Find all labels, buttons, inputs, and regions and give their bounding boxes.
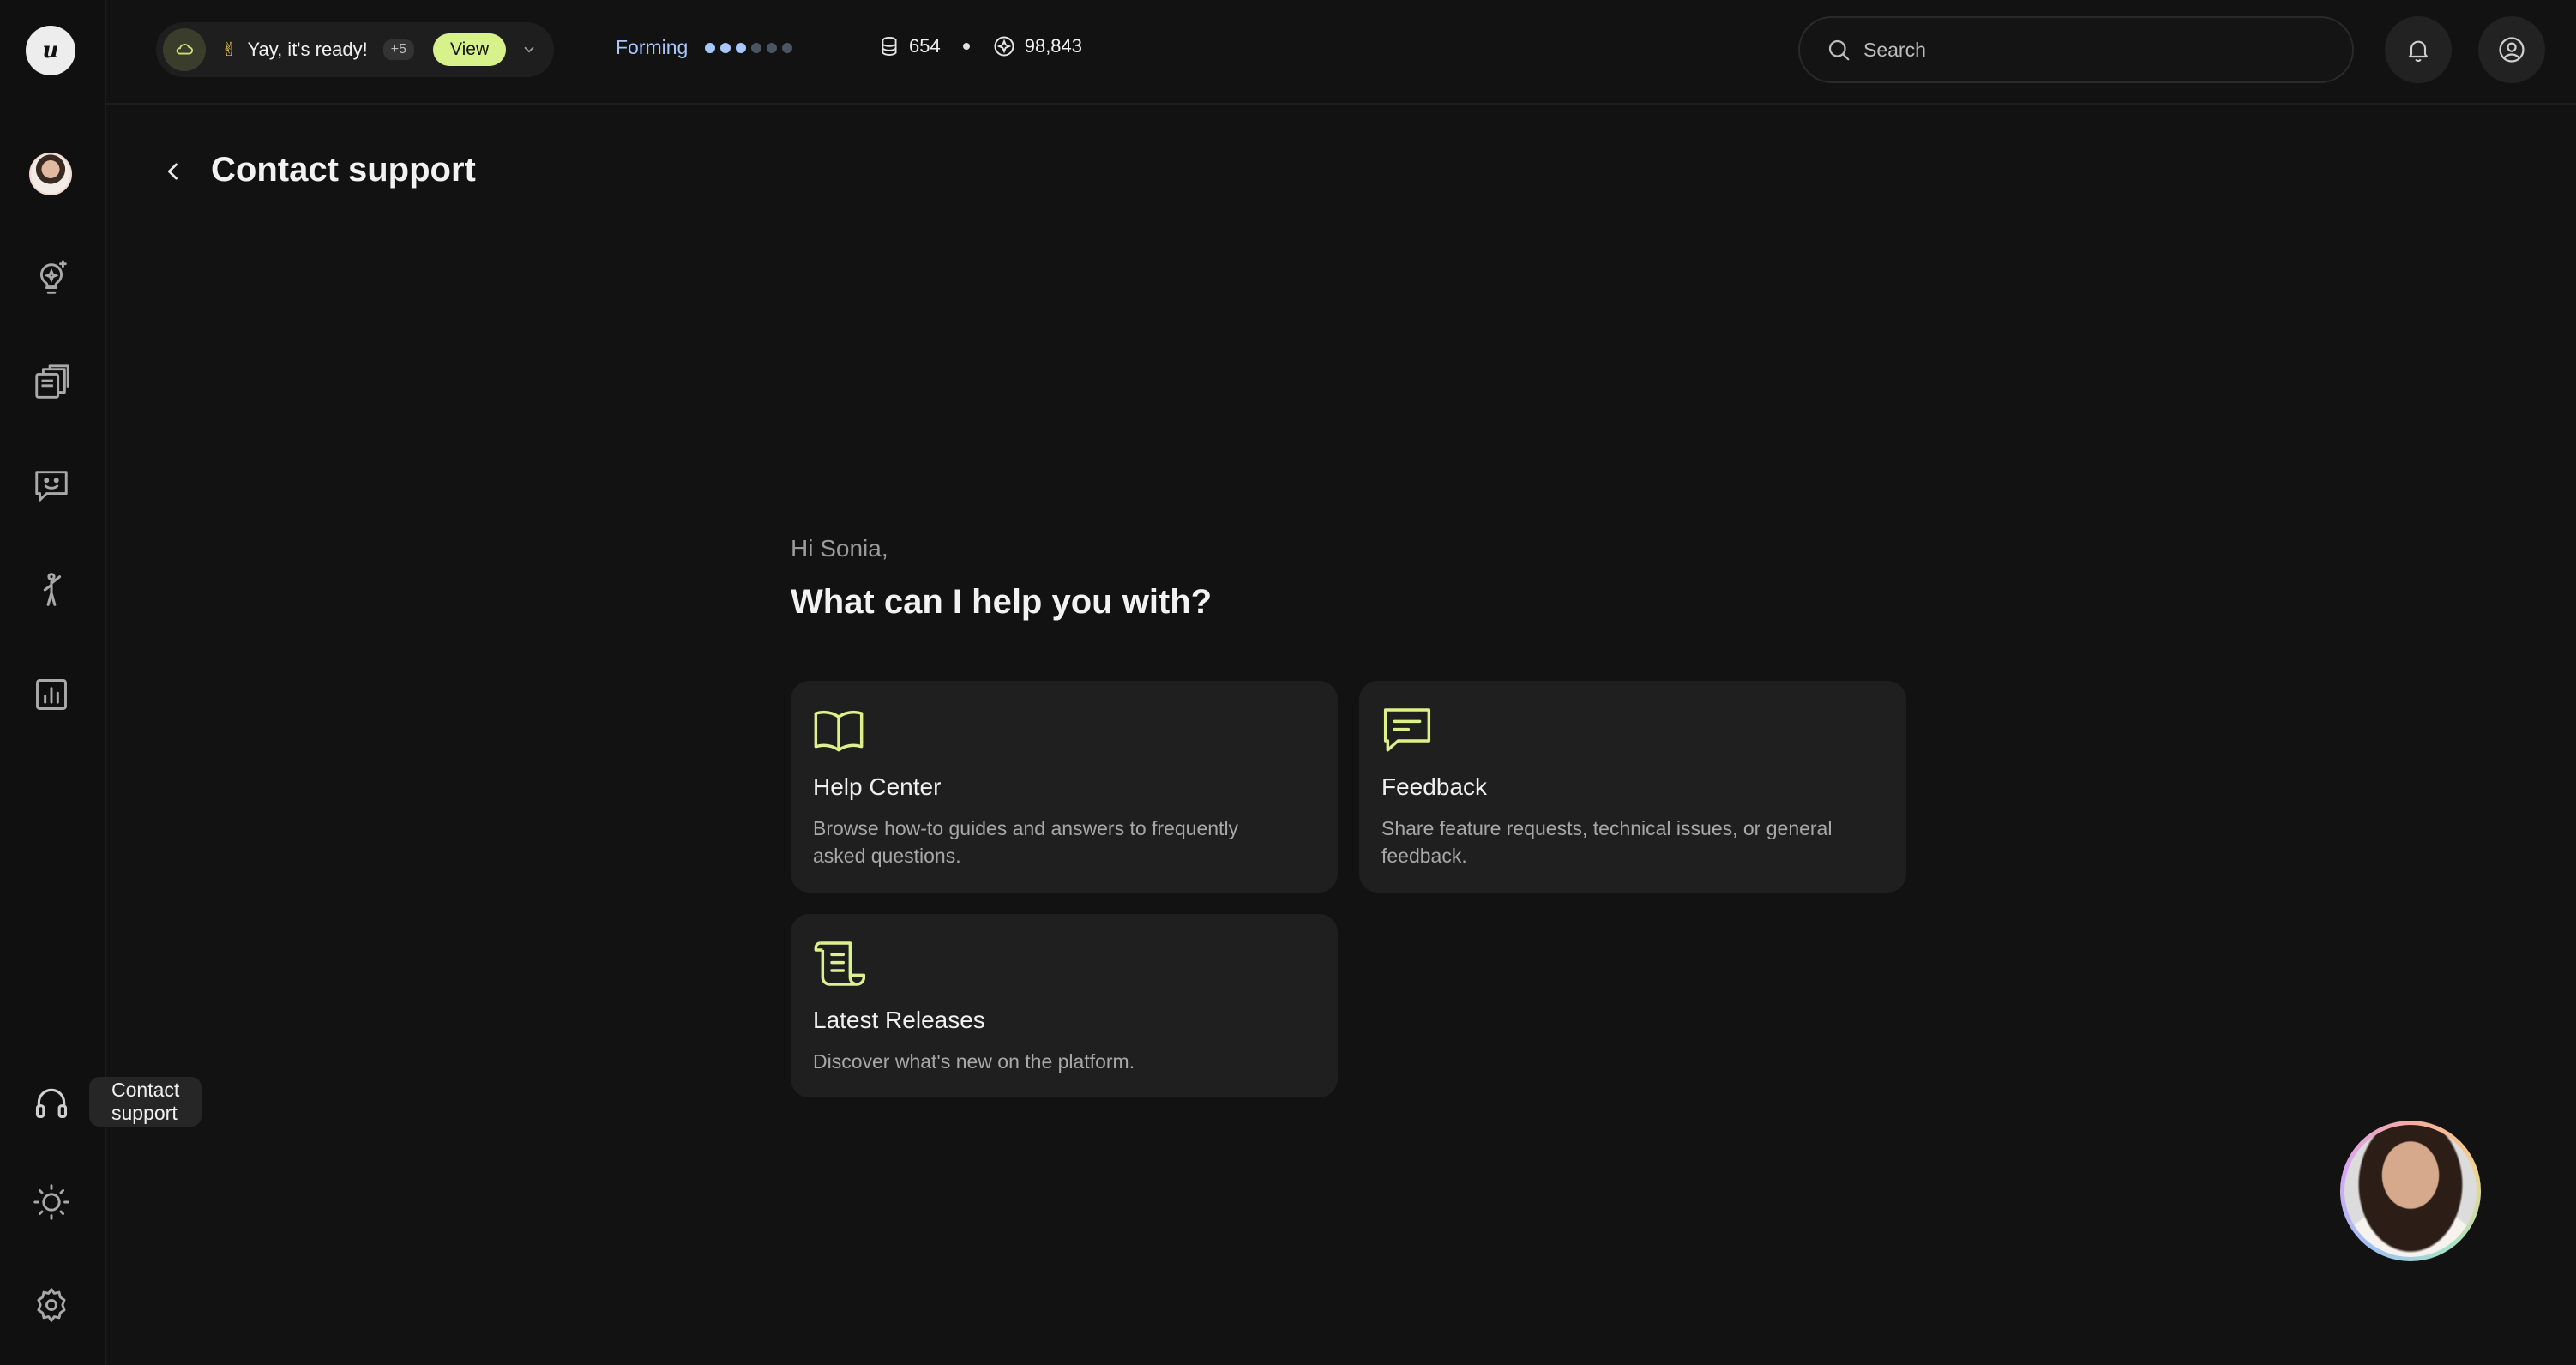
sidebar: u Contact support bbox=[0, 0, 202, 1365]
person-icon[interactable] bbox=[29, 568, 74, 612]
progress-dot bbox=[705, 42, 716, 53]
top-bar: ✌ Yay, it's ready! +5 View Forming 654 9… bbox=[106, 0, 2576, 105]
coin-stack-icon bbox=[878, 35, 900, 57]
search-icon bbox=[1826, 37, 1851, 63]
contact-support-tooltip: Contact support bbox=[89, 1077, 202, 1127]
stat-second-value: 98,843 bbox=[1024, 35, 1083, 57]
progress-dot bbox=[736, 42, 747, 53]
assistant-avatar bbox=[2344, 1125, 2477, 1257]
separator-dot bbox=[962, 43, 970, 50]
book-icon bbox=[811, 703, 866, 758]
user-avatar[interactable] bbox=[29, 153, 72, 195]
account-icon[interactable] bbox=[2478, 16, 2545, 83]
scroll-icon bbox=[811, 936, 866, 991]
card-title: Feedback bbox=[1381, 773, 1487, 800]
page-title: Contact support bbox=[211, 151, 476, 189]
chevron-down-icon[interactable] bbox=[521, 42, 537, 57]
settings-gear-icon[interactable] bbox=[29, 1283, 74, 1327]
card-description: Share feature requests, technical issues… bbox=[1381, 817, 1833, 867]
notification-pill[interactable]: ✌ Yay, it's ready! +5 View bbox=[156, 22, 554, 77]
card-title: Help Center bbox=[813, 773, 942, 800]
forming-progress bbox=[705, 42, 793, 53]
headset-icon[interactable] bbox=[29, 1080, 74, 1125]
progress-dot bbox=[720, 42, 731, 53]
notification-count-badge: +5 bbox=[382, 39, 415, 60]
card-description: Browse how-to guides and answers to freq… bbox=[813, 817, 1239, 867]
victory-hand-icon: ✌ bbox=[221, 39, 238, 60]
latest-releases-card[interactable]: Latest Releases Discover what's new on t… bbox=[791, 914, 1338, 1097]
progress-dot bbox=[751, 42, 762, 53]
help-question: What can I help you with? bbox=[791, 583, 1213, 621]
search-input[interactable] bbox=[1863, 38, 2309, 62]
library-icon[interactable] bbox=[29, 360, 74, 405]
badge-star-icon bbox=[992, 34, 1016, 58]
stats: 654 98,843 bbox=[878, 34, 1082, 58]
notifications-bell-icon[interactable] bbox=[2385, 16, 2452, 83]
card-description: Discover what's new on the platform. bbox=[813, 1050, 1135, 1073]
app-logo[interactable]: u bbox=[26, 26, 75, 75]
progress-dot bbox=[782, 42, 793, 53]
back-arrow-icon[interactable] bbox=[154, 153, 192, 190]
feedback-card[interactable]: Feedback Share feature requests, technic… bbox=[1359, 681, 1906, 893]
progress-dot bbox=[767, 42, 778, 53]
message-icon bbox=[1380, 703, 1435, 758]
view-button[interactable]: View bbox=[433, 33, 507, 66]
help-center-card[interactable]: Help Center Browse how-to guides and ans… bbox=[791, 681, 1338, 893]
stat-first-value: 654 bbox=[909, 35, 941, 57]
theme-sun-icon[interactable] bbox=[29, 1180, 74, 1224]
stat-second: 98,843 bbox=[992, 34, 1082, 58]
cloud-icon bbox=[163, 28, 206, 71]
stat-first: 654 bbox=[878, 35, 941, 57]
idea-bulb-icon[interactable] bbox=[29, 256, 74, 300]
forming-status: Forming bbox=[616, 36, 793, 59]
card-title: Latest Releases bbox=[813, 1007, 985, 1033]
forming-label: Forming bbox=[616, 36, 689, 58]
assistant-avatar-button[interactable] bbox=[2340, 1121, 2481, 1261]
notification-text: Yay, it's ready! bbox=[247, 39, 368, 60]
greeting: Hi Sonia, bbox=[791, 535, 888, 562]
search-box[interactable] bbox=[1798, 16, 2354, 83]
feedback-chat-icon[interactable] bbox=[29, 463, 74, 508]
analytics-icon[interactable] bbox=[29, 672, 74, 717]
